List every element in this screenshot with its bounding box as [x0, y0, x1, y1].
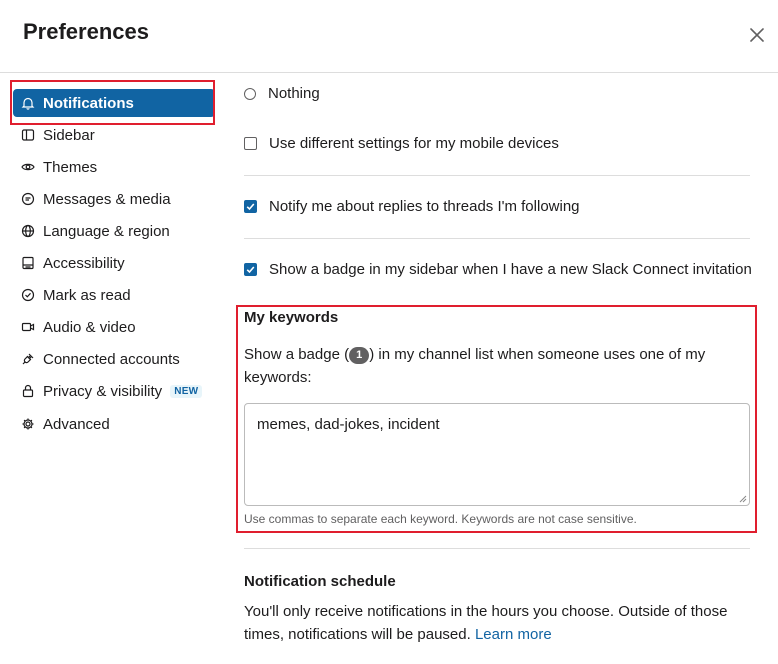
new-badge: NEW [170, 384, 203, 398]
radio-nothing-row[interactable]: Nothing [244, 85, 320, 102]
divider [244, 548, 750, 549]
dialog-header: Preferences [0, 0, 778, 73]
mobile-settings-checkbox[interactable] [244, 137, 257, 150]
video-icon [21, 320, 35, 334]
sidebar-item-label: Audio & video [43, 318, 136, 336]
radio-nothing[interactable] [244, 87, 256, 100]
slack-connect-row[interactable]: Show a badge in my sidebar when I have a… [244, 261, 752, 278]
gear-icon [21, 417, 35, 431]
schedule-description: You'll only receive notifications in the… [244, 600, 734, 646]
eye-icon [21, 160, 35, 174]
divider [244, 238, 750, 239]
sidebar-item-accessibility[interactable]: Accessibility [13, 249, 215, 277]
sidebar-item-connected-accounts[interactable]: Connected accounts [13, 345, 215, 373]
globe-icon [21, 224, 35, 238]
slack-connect-checkbox[interactable] [244, 263, 257, 276]
sidebar-item-messages-media[interactable]: Messages & media [13, 185, 215, 213]
mobile-settings-label: Use different settings for my mobile dev… [269, 135, 559, 152]
highlight-box-notifications [10, 80, 215, 125]
sidebar-item-privacy-visibility[interactable]: Privacy & visibility NEW [13, 377, 215, 405]
thread-replies-checkbox[interactable] [244, 200, 257, 213]
sidebar-icon [21, 128, 35, 142]
sidebar-item-language-region[interactable]: Language & region [13, 217, 215, 245]
mobile-settings-row[interactable]: Use different settings for my mobile dev… [244, 135, 559, 152]
sidebar-item-label: Language & region [43, 222, 170, 240]
message-icon [21, 192, 35, 206]
sidebar-item-label: Advanced [43, 415, 110, 433]
keyboard-icon [21, 256, 35, 270]
sidebar-item-sidebar[interactable]: Sidebar [13, 121, 215, 149]
dialog-title: Preferences [23, 19, 149, 44]
thread-replies-row[interactable]: Notify me about replies to threads I'm f… [244, 198, 580, 215]
sidebar-item-label: Connected accounts [43, 350, 180, 368]
sidebar-item-label: Sidebar [43, 126, 95, 144]
highlight-box-keywords [236, 305, 757, 533]
learn-more-link[interactable]: Learn more [475, 626, 552, 643]
radio-nothing-label: Nothing [268, 85, 320, 102]
sidebar-item-label: Privacy & visibility [43, 382, 163, 400]
sidebar-item-label: Mark as read [43, 286, 131, 304]
schedule-title: Notification schedule [244, 573, 396, 590]
sidebar-item-themes[interactable]: Themes [13, 153, 215, 181]
thread-replies-label: Notify me about replies to threads I'm f… [269, 198, 580, 215]
check-circle-icon [21, 288, 35, 302]
close-icon[interactable] [746, 24, 768, 46]
sidebar-item-mark-as-read[interactable]: Mark as read [13, 281, 215, 309]
lock-icon [21, 384, 35, 398]
sidebar-item-label: Accessibility [43, 254, 125, 272]
sidebar-item-label: Messages & media [43, 190, 171, 208]
slack-connect-label: Show a badge in my sidebar when I have a… [269, 261, 752, 278]
plug-icon [21, 352, 35, 366]
divider [244, 175, 750, 176]
sidebar-item-audio-video[interactable]: Audio & video [13, 313, 215, 341]
sidebar-item-label: Themes [43, 158, 98, 176]
sidebar-item-advanced[interactable]: Advanced [13, 410, 215, 438]
